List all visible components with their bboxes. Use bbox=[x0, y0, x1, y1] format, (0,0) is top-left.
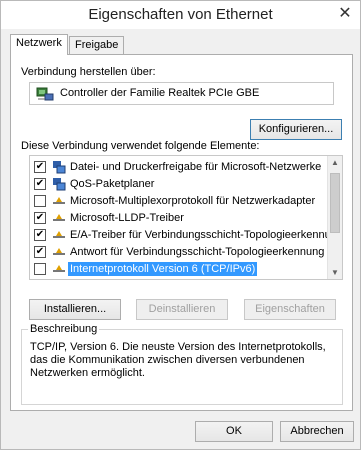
list-item[interactable]: Microsoft-Multiplexorprotokoll für Netzw… bbox=[30, 193, 329, 209]
checkbox[interactable]: ✔ bbox=[34, 178, 46, 190]
scroll-thumb[interactable] bbox=[330, 173, 340, 233]
list-item-selected[interactable]: Internetprotokoll Version 6 (TCP/IPv6) bbox=[30, 261, 329, 277]
checkbox[interactable]: ✔ bbox=[34, 161, 46, 173]
item-label: Microsoft-Multiplexorprotokoll für Netzw… bbox=[70, 195, 316, 207]
configure-button[interactable]: Konfigurieren... bbox=[250, 119, 342, 140]
protocol-icon bbox=[51, 244, 67, 260]
item-label: E/A-Treiber für Verbindungsschicht-Topol… bbox=[70, 229, 329, 241]
description-legend: Beschreibung bbox=[28, 323, 100, 335]
network-service-icon bbox=[51, 159, 67, 175]
tab-netzwerk[interactable]: Netzwerk bbox=[10, 34, 68, 55]
title-bar: Eigenschaften von Ethernet ✕ bbox=[1, 1, 360, 29]
cancel-button[interactable]: Abbrechen bbox=[280, 421, 354, 442]
item-label: Internetprotokoll Version 6 (TCP/IPv6) bbox=[68, 262, 258, 276]
scroll-down-icon[interactable]: ▼ bbox=[331, 268, 339, 277]
protocol-icon bbox=[51, 261, 67, 277]
properties-dialog: Eigenschaften von Ethernet ✕ Netzwerk Fr… bbox=[0, 0, 361, 450]
adapter-box: Controller der Familie Realtek PCIe GBE bbox=[29, 82, 334, 105]
network-service-icon bbox=[51, 176, 67, 192]
item-label: Microsoft-LLDP-Treiber bbox=[70, 212, 184, 224]
list-item[interactable]: ✔ Antwort für Verbindungsschicht-Topolog… bbox=[30, 244, 329, 260]
components-list[interactable]: ✔ Datei- und Druckerfreigabe für Microso… bbox=[29, 155, 343, 280]
item-label: Datei- und Druckerfreigabe für Microsoft… bbox=[70, 161, 322, 173]
network-adapter-icon bbox=[36, 86, 54, 105]
item-label: Antwort für Verbindungsschicht-Topologie… bbox=[70, 246, 325, 258]
protocol-icon bbox=[51, 227, 67, 243]
tab-panel-netzwerk: Verbindung herstellen über: Controller d… bbox=[10, 54, 353, 411]
items-label: Diese Verbindung verwendet folgende Elem… bbox=[21, 140, 260, 152]
list-item[interactable]: ✔ Microsoft-LLDP-Treiber bbox=[30, 210, 329, 226]
checkbox[interactable]: ✔ bbox=[34, 246, 46, 258]
checkbox[interactable]: ✔ bbox=[34, 229, 46, 241]
list-item[interactable]: ✔ QoS-Paketplaner bbox=[30, 176, 329, 192]
install-button[interactable]: Installieren... bbox=[29, 299, 121, 320]
window-title: Eigenschaften von Ethernet bbox=[88, 6, 273, 23]
list-scrollbar[interactable]: ▲ ▼ bbox=[327, 156, 342, 279]
checkbox[interactable] bbox=[34, 263, 46, 275]
description-text: TCP/IP, Version 6. Die neuste Version de… bbox=[30, 341, 326, 379]
description-group: Beschreibung TCP/IP, Version 6. Die neus… bbox=[21, 323, 343, 405]
properties-button[interactable]: Eigenschaften bbox=[244, 299, 336, 320]
list-item[interactable]: ✔ Datei- und Druckerfreigabe für Microso… bbox=[30, 159, 329, 175]
uninstall-button[interactable]: Deinstallieren bbox=[136, 299, 228, 320]
connect-using-label: Verbindung herstellen über: bbox=[21, 66, 156, 78]
tab-freigabe[interactable]: Freigabe bbox=[69, 36, 125, 54]
item-label: QoS-Paketplaner bbox=[70, 178, 155, 190]
protocol-icon bbox=[51, 210, 67, 226]
scroll-up-icon[interactable]: ▲ bbox=[331, 158, 339, 167]
protocol-icon bbox=[51, 193, 67, 209]
checkbox[interactable]: ✔ bbox=[34, 212, 46, 224]
list-item[interactable]: ✔ E/A-Treiber für Verbindungsschicht-Top… bbox=[30, 227, 329, 243]
ok-button[interactable]: OK bbox=[195, 421, 273, 442]
checkbox[interactable] bbox=[34, 195, 46, 207]
adapter-name: Controller der Familie Realtek PCIe GBE bbox=[60, 87, 260, 99]
close-icon[interactable]: ✕ bbox=[336, 5, 354, 23]
